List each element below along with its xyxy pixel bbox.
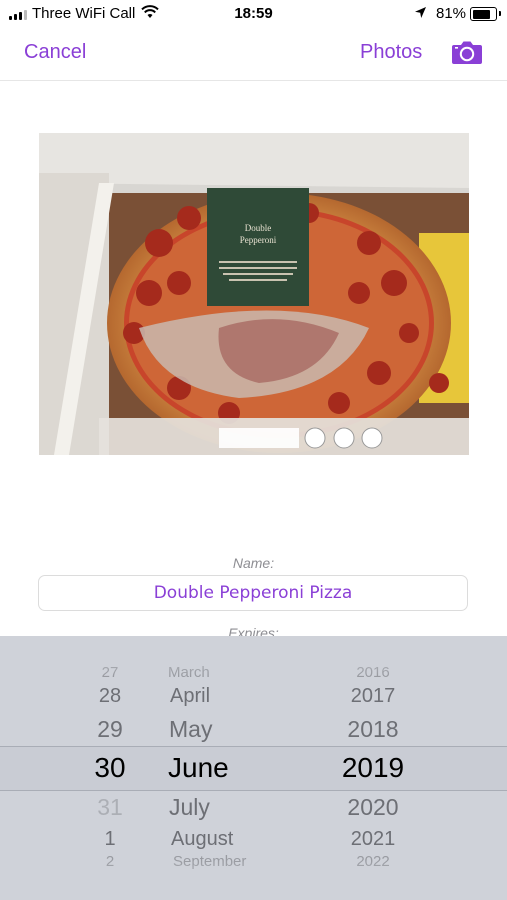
cancel-button[interactable]: Cancel	[24, 41, 86, 64]
day-option[interactable]: 31	[60, 794, 160, 821]
expiry-date-picker[interactable]: 27 28 29 30 31 1 2 March April May June …	[0, 636, 507, 900]
month-option[interactable]: April	[170, 685, 310, 708]
status-bar: Three WiFi Call 18:59 81%	[0, 0, 507, 28]
day-option-selected[interactable]: 30	[60, 752, 160, 784]
month-option[interactable]: July	[169, 794, 309, 821]
month-option-selected[interactable]: June	[168, 752, 308, 784]
svg-text:Double: Double	[245, 223, 272, 233]
status-time: 18:59	[234, 5, 273, 22]
year-option-selected[interactable]: 2019	[318, 752, 428, 784]
month-option[interactable]: August	[171, 828, 311, 851]
year-option[interactable]: 2018	[318, 716, 428, 743]
pizza-photo: Double Pepperoni	[39, 133, 469, 455]
day-option[interactable]: 28	[60, 685, 160, 708]
battery-percentage: 81%	[436, 5, 467, 22]
name-input[interactable]	[39, 576, 467, 610]
product-photo[interactable]: Double Pepperoni	[39, 133, 469, 455]
month-option[interactable]: May	[169, 716, 309, 743]
year-option[interactable]: 2021	[318, 828, 428, 851]
svg-text:Pepperoni: Pepperoni	[240, 235, 277, 245]
name-field[interactable]	[38, 575, 468, 611]
day-option[interactable]: 29	[60, 716, 160, 743]
picker-fade-top	[0, 636, 507, 676]
year-option[interactable]: 2020	[318, 794, 428, 821]
year-option[interactable]: 2017	[318, 685, 428, 708]
location-arrow-icon	[415, 7, 426, 18]
picker-fade-bottom	[0, 860, 507, 900]
name-label: Name:	[232, 555, 275, 571]
navigation-bar: Cancel Photos	[0, 28, 507, 81]
battery-icon	[470, 7, 501, 21]
day-option[interactable]: 1	[60, 828, 160, 851]
camera-icon[interactable]	[451, 40, 483, 65]
photos-button[interactable]: Photos	[360, 41, 422, 64]
